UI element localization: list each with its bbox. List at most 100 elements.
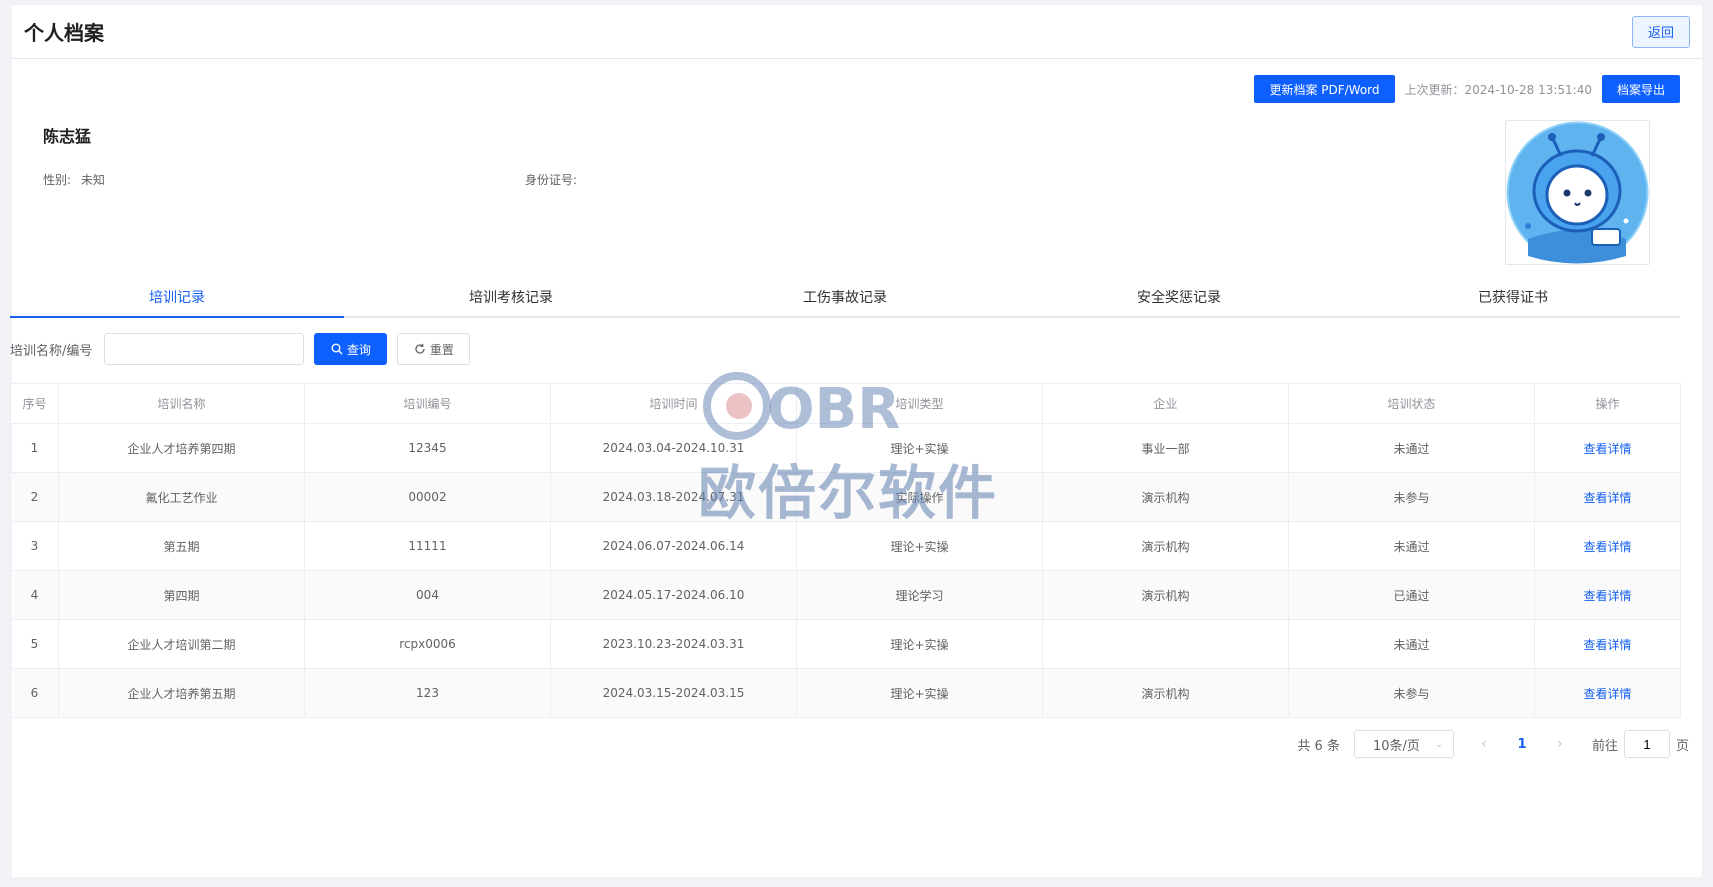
column-header: 企业 [1042,383,1289,424]
update-archive-button[interactable]: 更新档案 PDF/Word [1254,75,1395,103]
chevron-down-icon: ⌄ [1434,738,1443,750]
last-update-text: 上次更新：2024-10-28 13:51:40 [1404,82,1592,97]
view-details-link[interactable]: 查看详情 [1534,570,1681,620]
training-table: 序号 培训名称 培训编号 培训时间 培训类型 企业 培训状态 操作 1 企业人才… [10,383,1681,718]
table-row: 3 第五期 11111 2024.06.07-2024.06.14 理论+实操 … [10,521,1681,571]
table-cell: 理论+实操 [796,668,1043,718]
table-cell: 企业人才培训第二期 [58,619,305,669]
jump-suffix: 页 [1675,738,1689,754]
tab-certificates[interactable]: 已获得证书 [1346,278,1680,316]
table-cell: 3 [10,521,59,571]
table-row: 5 企业人才培训第二期 rcpx0006 2023.10.23-2024.03.… [10,619,1681,669]
table-cell: 理论学习 [796,570,1043,620]
table-cell: 理论+实操 [796,521,1043,571]
table-cell: 未通过 [1288,521,1535,571]
table-cell: 6 [10,668,59,718]
column-header: 操作 [1534,383,1681,424]
view-details-link[interactable]: 查看详情 [1534,521,1681,571]
table-cell: 演示机构 [1042,472,1289,522]
table-row: 1 企业人才培养第四期 12345 2024.03.04-2024.10.31 … [10,423,1681,473]
id-label: 身份证号: [525,173,578,187]
tab-training-assessment[interactable]: 培训考核记录 [344,278,678,316]
column-header: 序号 [10,383,59,424]
column-header: 培训类型 [796,383,1043,424]
table-row: 4 第四期 004 2024.05.17-2024.06.10 理论学习 演示机… [10,570,1681,620]
page-jump-input[interactable] [1623,730,1670,758]
page-number[interactable]: 1 [1502,737,1542,752]
search-input[interactable] [104,333,305,365]
query-button[interactable]: 查询 [314,333,388,365]
search-icon [331,343,343,355]
table-cell: 未参与 [1288,472,1535,522]
table-cell: 4 [10,570,59,620]
tab-injury-accidents[interactable]: 工伤事故记录 [678,278,1012,316]
table-cell: 2023.10.23-2024.03.31 [550,619,797,669]
view-details-link[interactable]: 查看详情 [1534,472,1681,522]
view-details-link[interactable]: 查看详情 [1534,423,1681,473]
tab-training-records[interactable]: 培训记录 [10,278,344,318]
column-header: 培训编号 [304,383,551,424]
table-cell: 12345 [304,423,551,473]
page-title: 个人档案 [24,21,104,45]
avatar [1505,120,1650,265]
table-cell: 2024.03.18-2024.07.31 [550,472,797,522]
column-header: 培训名称 [58,383,305,424]
table-cell: 00002 [304,472,551,522]
id-info: 身份证号: [525,171,577,188]
table-cell: 1 [10,423,59,473]
jump-label: 前往 [1591,738,1618,754]
table-cell: 演示机构 [1042,668,1289,718]
gender-value: 未知 [80,173,105,187]
table-cell: 企业人才培养第五期 [58,668,305,718]
toolbar: 更新档案 PDF/Word 上次更新：2024-10-28 13:51:40 档… [1254,75,1680,103]
table-cell: 第四期 [58,570,305,620]
page-size-select[interactable]: 10条/页 ⌄ [1353,730,1454,758]
table-cell: 2024.06.07-2024.06.14 [550,521,797,571]
table-cell: 演示机构 [1042,570,1289,620]
table-cell: 2024.03.15-2024.03.15 [550,668,797,718]
refresh-icon [415,343,425,354]
page-size-value: 10条/页 [1372,738,1420,754]
table-header-row: 序号 培训名称 培训编号 培训时间 培训类型 企业 培训状态 操作 [10,383,1681,424]
avatar-image [1506,121,1649,264]
search-bar: 培训名称/编号 查询 重置 [10,333,471,365]
back-button[interactable]: 返回 [1632,15,1690,48]
table-cell: 未通过 [1288,423,1535,473]
prev-page-icon[interactable]: ‹ [1466,736,1502,752]
table-cell: 123 [304,668,551,718]
table-cell: 事业一部 [1042,423,1289,473]
export-archive-button[interactable]: 档案导出 [1601,75,1680,103]
table-row: 6 企业人才培养第五期 123 2024.03.15-2024.03.15 理论… [10,668,1681,718]
column-header: 培训时间 [550,383,797,424]
table-cell: 演示机构 [1042,521,1289,571]
table-cell [1042,619,1289,669]
search-label: 培训名称/编号 [10,343,93,359]
next-page-icon[interactable]: › [1542,736,1578,752]
table-cell: 5 [10,619,59,669]
tab-safety-rewards[interactable]: 安全奖惩记录 [1012,278,1346,316]
view-details-link[interactable]: 查看详情 [1534,619,1681,669]
table-cell: 已通过 [1288,570,1535,620]
table-cell: 理论+实操 [796,619,1043,669]
panel-header: 个人档案 返回 [12,5,1702,59]
gender-info: 性别: 未知 [43,171,105,188]
table-cell: 未参与 [1288,668,1535,718]
view-details-link[interactable]: 查看详情 [1534,668,1681,718]
table-cell: 第五期 [58,521,305,571]
record-tabs: 培训记录 培训考核记录 工伤事故记录 安全奖惩记录 已获得证书 [10,278,1680,318]
total-count: 共 6 条 [1297,738,1340,754]
table-cell: 11111 [304,521,551,571]
table-cell: 实际操作 [796,472,1043,522]
reset-button[interactable]: 重置 [397,333,471,365]
pagination: 共 6 条 10条/页 ⌄ ‹ 1 › 前往 页 [1297,730,1689,758]
table-cell: 理论+实操 [796,423,1043,473]
reset-label: 重置 [429,342,454,357]
gender-label: 性别: [43,173,72,187]
table-cell: rcpx0006 [304,619,551,669]
table-row: 2 氟化工艺作业 00002 2024.03.18-2024.07.31 实际操… [10,472,1681,522]
table-cell: 未通过 [1288,619,1535,669]
table-cell: 2 [10,472,59,522]
table-cell: 004 [304,570,551,620]
table-cell: 企业人才培养第四期 [58,423,305,473]
table-cell: 氟化工艺作业 [58,472,305,522]
